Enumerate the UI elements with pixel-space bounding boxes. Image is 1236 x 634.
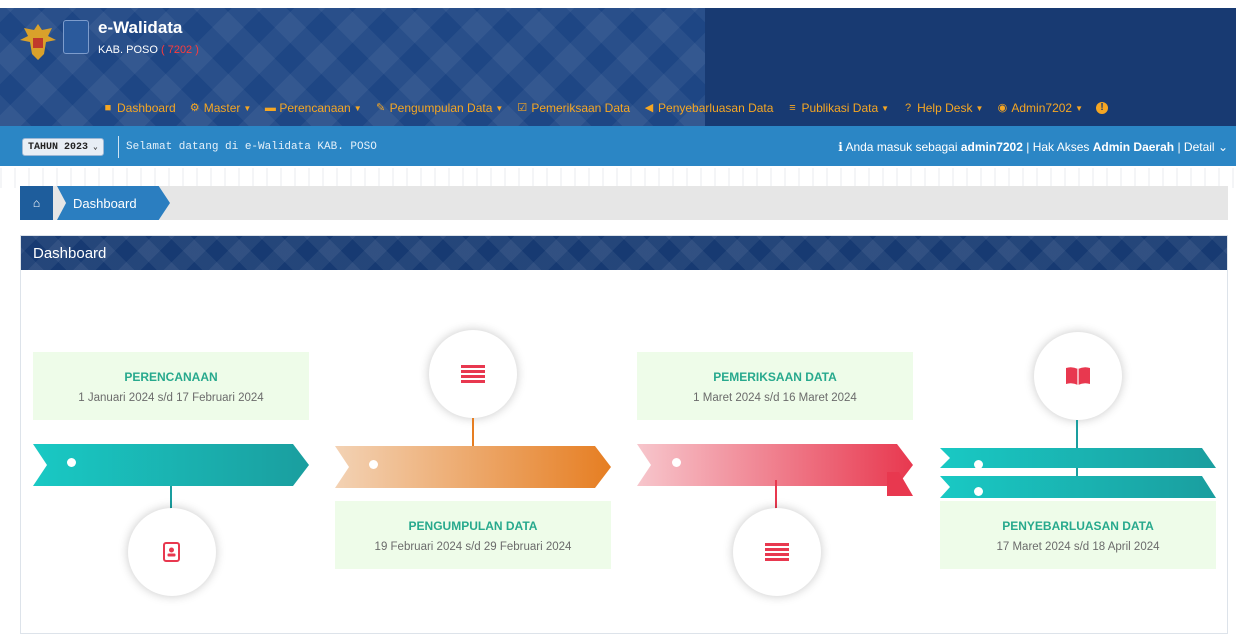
briefcase-icon: ▬ (264, 101, 276, 114)
timeline-period: 1 Januari 2024 s/d 17 Februari 2024 (78, 392, 264, 404)
timeline-connector (472, 418, 474, 446)
timeline-circle-pengumpulan (429, 330, 517, 418)
app-header: e-Walidata KAB. POSO ( 7202 ) ■ Dashboar… (0, 8, 1236, 126)
caret-down-icon: ▼ (353, 103, 362, 113)
timeline-dot (672, 458, 681, 467)
database-icon: ≡ (789, 101, 796, 114)
timeline-box-perencanaan: PERENCANAAN 1 Januari 2024 s/d 17 Februa… (33, 352, 309, 420)
exclamation-circle-icon: ! (1096, 102, 1109, 114)
garuda-logo-icon (20, 24, 56, 60)
timeline-title: PEMERIKSAAN DATA (713, 370, 837, 384)
access-prefix: | Hak Akses (1026, 140, 1090, 154)
login-info: ℹ Anda masuk sebagai admin7202 | Hak Aks… (838, 140, 1228, 154)
nav-dashboard-label: Dashboard (117, 101, 176, 115)
panel-title: Dashboard (21, 236, 1227, 270)
app-brand[interactable]: e-Walidata (98, 18, 182, 38)
nav-pemeriksaan-label: Pemeriksaan Data (531, 101, 631, 115)
login-username: admin7202 (960, 140, 1023, 154)
info-bar: TAHUN 2023 ⌄ Selamat datang di e-Walidat… (0, 126, 1236, 166)
nav-helpdesk-label: Help Desk (917, 101, 973, 115)
timeline-box-penyebarluasan: PENYEBARLUASAN DATA 17 Maret 2024 s/d 18… (940, 501, 1216, 569)
timeline-circle-pemeriksaan (733, 508, 821, 596)
grid-icon: ■ (104, 101, 112, 114)
timeline-box-pengumpulan: PENGUMPULAN DATA 19 Februari 2024 s/d 29… (335, 501, 611, 569)
nav-penyebarluasan-label: Penyebarluasan Data (658, 101, 774, 115)
chevron-down-icon: ⌄ (93, 143, 98, 152)
timeline-dot (974, 487, 983, 496)
nav-perencanaan-label: Perencanaan (279, 101, 351, 115)
chevron-down-icon[interactable]: ⌄ (1218, 140, 1228, 154)
timeline-dot (974, 460, 983, 469)
timeline-circle-perencanaan (128, 508, 216, 596)
nav-publikasi-label: Publikasi Data (801, 101, 879, 115)
nav-master-label: Master (203, 101, 241, 115)
year-select[interactable]: TAHUN 2023 ⌄ (22, 138, 104, 156)
caret-down-icon: ▼ (1075, 103, 1084, 113)
question-circle-icon: ? (905, 101, 912, 114)
timeline-connector (775, 480, 777, 510)
list-icon (765, 543, 789, 561)
home-icon: ⌂ (32, 196, 41, 210)
main-nav: ■ Dashboard ⚙ Master ▼ ▬ Perencanaan ▼ ✎… (102, 101, 1121, 115)
nav-user-label: Admin7202 (1011, 101, 1073, 115)
list-icon (461, 365, 485, 383)
regency-logo-icon (63, 20, 89, 54)
login-prefix: Anda masuk sebagai (845, 140, 958, 154)
caret-down-icon: ▼ (243, 103, 252, 113)
nav-master[interactable]: ⚙ Master ▼ (189, 101, 252, 115)
nav-dashboard[interactable]: ■ Dashboard (102, 101, 176, 115)
bullhorn-icon: ◀ (644, 101, 654, 114)
divider (118, 136, 119, 158)
detail-link[interactable]: | Detail (1177, 140, 1214, 154)
info-circle-icon: ℹ (838, 140, 843, 154)
timeline-circle-penyebarluasan (1034, 332, 1122, 420)
check-square-icon: ☑ (517, 101, 528, 114)
address-book-icon (163, 542, 180, 562)
caret-down-icon: ▼ (975, 103, 984, 113)
timeline-title: PERENCANAAN (124, 370, 218, 384)
home-button[interactable]: ⌂ (20, 186, 53, 220)
book-open-icon (1066, 367, 1090, 385)
access-role: Admin Daerah (1092, 140, 1175, 154)
timeline-period: 1 Maret 2024 s/d 16 Maret 2024 (693, 392, 857, 404)
timeline-title: PENGUMPULAN DATA (408, 519, 538, 533)
year-select-value: TAHUN 2023 (28, 141, 89, 153)
region-code: ( 7202 ) (160, 44, 199, 56)
edit-icon: ✎ (376, 101, 386, 114)
region-name: KAB. POSO (98, 44, 158, 56)
timeline-dot (67, 458, 76, 467)
timeline-period: 19 Februari 2024 s/d 29 Februari 2024 (374, 541, 572, 553)
nav-user[interactable]: ◉ Admin7202 ▼ (996, 101, 1083, 115)
nav-penyebarluasan[interactable]: ◀ Penyebarluasan Data (643, 101, 774, 115)
timeline-title: PENYEBARLUASAN DATA (1002, 519, 1154, 533)
region-label: KAB. POSO ( 7202 ) (98, 44, 199, 56)
nav-alert[interactable]: ! (1096, 102, 1109, 114)
breadcrumb-dashboard[interactable]: Dashboard (57, 186, 170, 220)
user-circle-icon: ◉ (997, 101, 1008, 114)
nav-pemeriksaan[interactable]: ☑ Pemeriksaan Data (516, 101, 630, 115)
nav-helpdesk[interactable]: ? Help Desk ▼ (902, 101, 983, 115)
nav-perencanaan[interactable]: ▬ Perencanaan ▼ (264, 101, 362, 115)
caret-down-icon: ▼ (495, 103, 504, 113)
nav-pengumpulan-label: Pengumpulan Data (389, 101, 493, 115)
welcome-text: Selamat datang di e-Walidata KAB. POSO (126, 141, 377, 153)
breadcrumb: ⌂ Dashboard (20, 186, 1228, 220)
nav-publikasi[interactable]: ≡ Publikasi Data ▼ (786, 101, 889, 115)
caret-down-icon: ▼ (881, 103, 890, 113)
decorative-strip (0, 168, 1236, 188)
timeline-dot (369, 460, 378, 469)
timeline-box-pemeriksaan: PEMERIKSAAN DATA 1 Maret 2024 s/d 16 Mar… (637, 352, 913, 420)
nav-pengumpulan[interactable]: ✎ Pengumpulan Data ▼ (375, 101, 504, 115)
gears-icon: ⚙ (189, 101, 200, 114)
timeline-period: 17 Maret 2024 s/d 18 April 2024 (996, 541, 1160, 553)
